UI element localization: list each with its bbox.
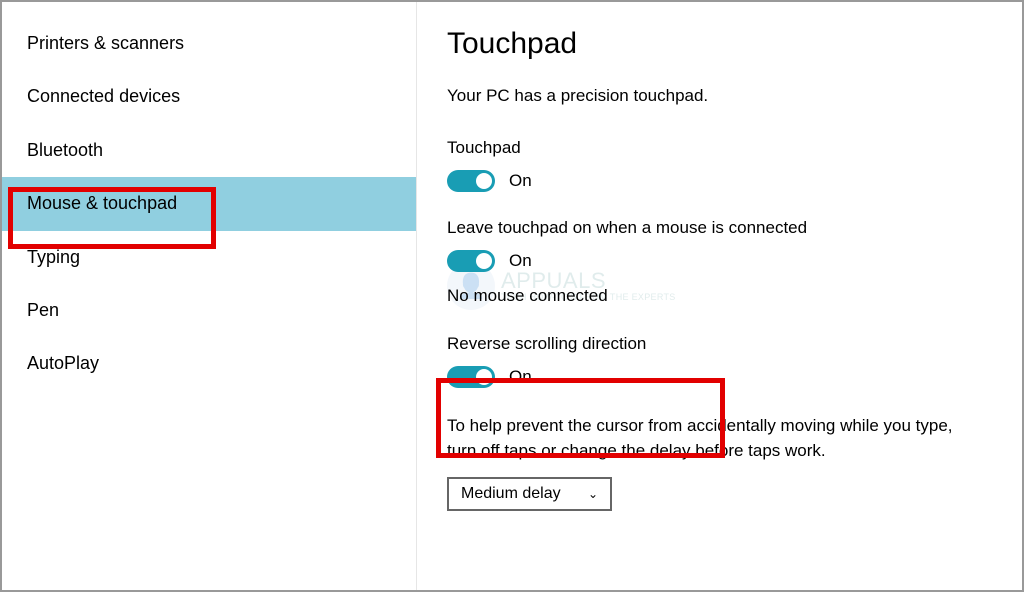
sidebar-item-printers-scanners[interactable]: Printers & scanners — [2, 17, 416, 70]
sidebar-item-pen[interactable]: Pen — [2, 284, 416, 337]
sidebar-item-bluetooth[interactable]: Bluetooth — [2, 124, 416, 177]
reverse-scrolling-toggle-state: On — [509, 367, 532, 387]
page-title: Touchpad — [447, 27, 982, 61]
page-subtitle: Your PC has a precision touchpad. — [447, 86, 982, 106]
sidebar-item-autoplay[interactable]: AutoPlay — [2, 337, 416, 390]
tap-delay-dropdown[interactable]: Medium delay ⌄ — [447, 477, 612, 511]
reverse-scrolling-label: Reverse scrolling direction — [447, 334, 982, 354]
leave-touchpad-on-toggle[interactable] — [447, 250, 495, 272]
reverse-scrolling-setting: Reverse scrolling direction On — [447, 334, 982, 388]
main-content: Touchpad Your PC has a precision touchpa… — [417, 2, 1022, 590]
tap-delay-selected-value: Medium delay — [461, 485, 561, 503]
sidebar-item-connected-devices[interactable]: Connected devices — [2, 70, 416, 123]
touchpad-label: Touchpad — [447, 138, 982, 158]
leave-touchpad-on-setting: Leave touchpad on when a mouse is connec… — [447, 218, 982, 272]
mouse-connection-status: No mouse connected — [447, 286, 982, 306]
reverse-scrolling-toggle[interactable] — [447, 366, 495, 388]
settings-sidebar: Printers & scanners Connected devices Bl… — [2, 2, 417, 590]
touchpad-setting: Touchpad On — [447, 138, 982, 192]
chevron-down-icon: ⌄ — [588, 487, 598, 501]
sidebar-item-typing[interactable]: Typing — [2, 231, 416, 284]
touchpad-toggle[interactable] — [447, 170, 495, 192]
leave-touchpad-on-toggle-state: On — [509, 251, 532, 271]
tap-delay-help-text: To help prevent the cursor from accident… — [447, 414, 967, 463]
touchpad-toggle-state: On — [509, 171, 532, 191]
sidebar-item-mouse-touchpad[interactable]: Mouse & touchpad — [2, 177, 416, 230]
leave-touchpad-on-label: Leave touchpad on when a mouse is connec… — [447, 218, 982, 238]
